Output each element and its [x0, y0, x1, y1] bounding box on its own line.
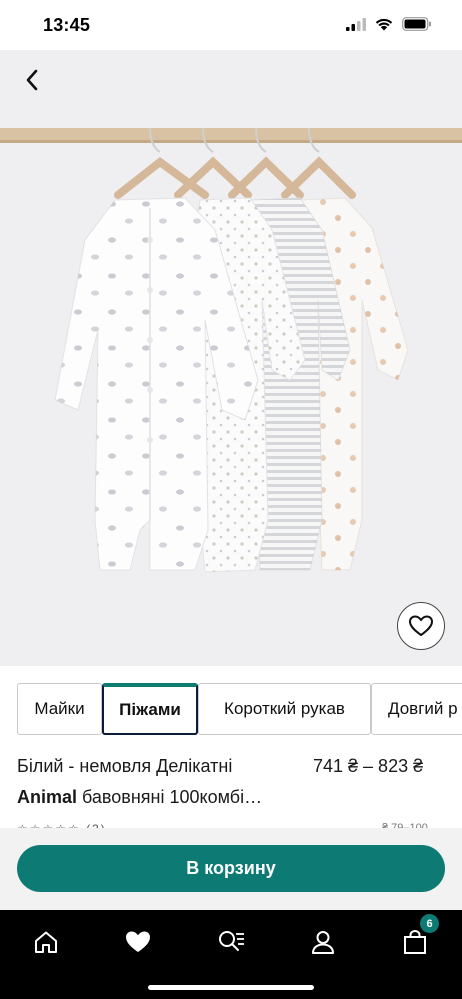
tab-pizhamy[interactable]: Піжами [102, 683, 198, 735]
product-title-line2: Animal бавовняні 100комбі… [17, 787, 262, 808]
nav-account[interactable] [303, 922, 343, 962]
product-price: 741 ₴ – 823 ₴ [313, 756, 424, 776]
bag-icon [404, 929, 426, 954]
status-bar: 13:45 [0, 0, 462, 50]
wifi-icon [375, 18, 393, 31]
product-title-brand: Animal [17, 787, 78, 807]
product-title: Білий - немовля Делікатні [17, 756, 233, 776]
home-indicator [148, 985, 314, 990]
nav-search[interactable] [211, 922, 251, 962]
favorite-button[interactable] [397, 602, 445, 650]
heart-outline-icon [409, 615, 433, 636]
cellular-signal-icon [346, 17, 366, 31]
tab-maiky[interactable]: Майки [17, 683, 102, 735]
product-title-rest: бавовняні 100комбі… [77, 787, 263, 807]
category-tabs: Майки Піжами Короткий рукав Довгий р [0, 683, 462, 735]
tab-label: Майки [34, 699, 85, 718]
cart-panel: В корзину [0, 828, 462, 910]
chevron-left-icon [26, 69, 38, 91]
cart-count-badge: 6 [420, 914, 439, 933]
tab-long-sleeve[interactable]: Довгий р [371, 683, 462, 735]
tab-label: Довгий р [388, 699, 458, 718]
tab-label: Піжами [119, 700, 181, 719]
tab-short-sleeve[interactable]: Короткий рукав [198, 683, 371, 735]
nav-bag[interactable]: 6 [395, 914, 439, 962]
home-icon [35, 931, 57, 953]
status-icons [346, 17, 432, 31]
product-image[interactable] [0, 50, 462, 666]
search-list-icon [219, 931, 244, 951]
status-time: 13:45 [43, 15, 91, 35]
nav-home[interactable] [26, 922, 66, 962]
back-button[interactable] [16, 64, 48, 96]
add-to-cart-button[interactable]: В корзину [17, 845, 445, 892]
nav-favorites[interactable] [118, 922, 158, 962]
battery-icon [402, 17, 431, 31]
heart-icon [126, 931, 150, 952]
sleepsuits-illustration [0, 127, 462, 573]
account-icon [312, 931, 334, 954]
tab-label: Короткий рукав [224, 699, 345, 718]
